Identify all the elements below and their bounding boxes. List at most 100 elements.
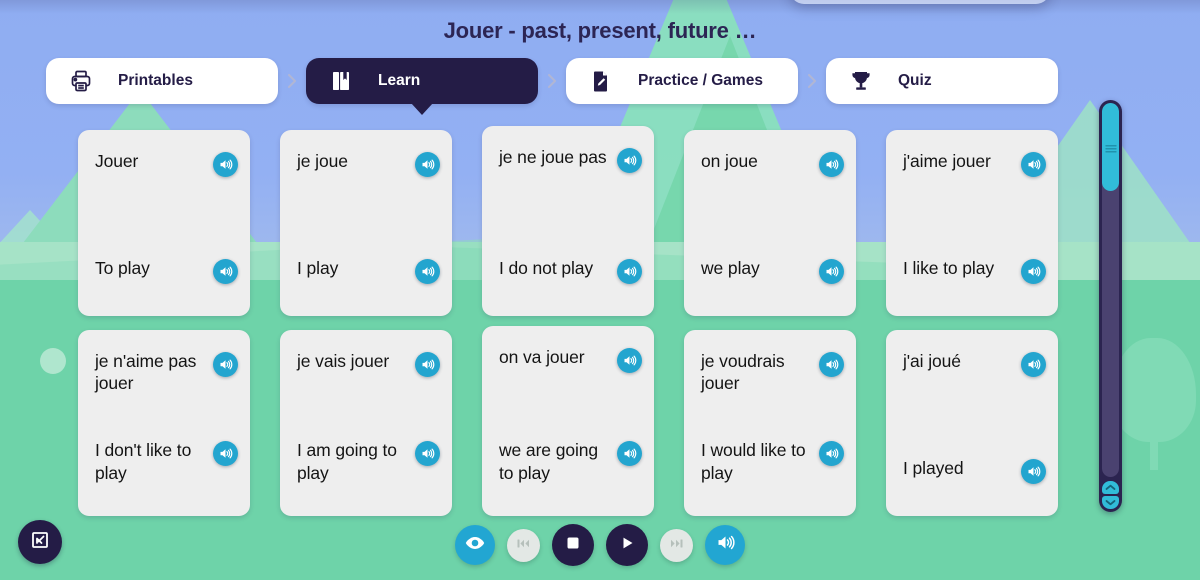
flashcard-back-text: I don't like to play bbox=[95, 440, 192, 483]
flashcard-back-row: I do not play bbox=[499, 257, 642, 302]
flashcard-front-row: je vais jouer bbox=[297, 350, 440, 377]
stop-button[interactable] bbox=[552, 524, 594, 566]
speaker-icon[interactable] bbox=[1021, 459, 1046, 484]
flashcard-back-row: I am going to play bbox=[297, 439, 440, 502]
decor-dot bbox=[40, 348, 66, 374]
flashcard[interactable]: j'aime jouer I like to play bbox=[886, 130, 1058, 316]
flashcard-back-row: I would like to play bbox=[701, 439, 844, 502]
tab-practice-games-label: Practice / Games bbox=[638, 72, 763, 89]
tab-printables[interactable]: Printables bbox=[46, 58, 278, 104]
chevron-right-icon bbox=[538, 71, 566, 91]
tab-printables-label: Printables bbox=[118, 72, 193, 89]
flashcard-back-row: I don't like to play bbox=[95, 439, 238, 502]
flashcard[interactable]: je n'aime pas jouer I don't like to play bbox=[78, 330, 250, 516]
speaker-icon[interactable] bbox=[819, 441, 844, 467]
speaker-icon[interactable] bbox=[213, 441, 238, 467]
playback-controls bbox=[455, 524, 745, 566]
flashcard[interactable]: je voudrais jouer I would like to play bbox=[684, 330, 856, 516]
flashcard-back-text: To play bbox=[95, 258, 150, 278]
flashcard-back-text: we are going to play bbox=[499, 440, 599, 483]
flashcard-front-row: je joue bbox=[297, 150, 440, 177]
flashcard[interactable]: on joue we play bbox=[684, 130, 856, 316]
flashcard-grid: Jouer To play je joue I play je ne joue … bbox=[78, 126, 1078, 516]
flashcard-front-text: Jouer bbox=[95, 151, 139, 171]
scrollbar-grip-icon bbox=[1105, 145, 1116, 153]
speaker-icon[interactable] bbox=[617, 348, 642, 373]
play-icon bbox=[619, 535, 635, 556]
flashcard-back-row: I like to play bbox=[903, 257, 1046, 302]
speaker-icon[interactable] bbox=[415, 441, 440, 467]
speaker-icon[interactable] bbox=[415, 352, 440, 377]
scrollbar-thumb[interactable] bbox=[1102, 103, 1119, 191]
trophy-icon bbox=[846, 66, 876, 96]
play-button[interactable] bbox=[606, 524, 648, 566]
audio-button[interactable] bbox=[705, 525, 745, 565]
tab-quiz[interactable]: Quiz bbox=[826, 58, 1058, 104]
bottom-toolbar bbox=[0, 512, 1200, 580]
previous-button[interactable] bbox=[507, 528, 540, 562]
flashcard[interactable]: je joue I play bbox=[280, 130, 452, 316]
speaker-icon[interactable] bbox=[617, 441, 642, 467]
flashcard-back-text: I like to play bbox=[903, 258, 995, 278]
speaker-icon[interactable] bbox=[415, 259, 440, 284]
flashcard-front-row: je n'aime pas jouer bbox=[95, 350, 238, 395]
scrollbar-track[interactable] bbox=[1102, 103, 1119, 477]
book-icon bbox=[326, 66, 356, 96]
eye-icon bbox=[464, 532, 486, 559]
skip-back-icon bbox=[517, 536, 530, 554]
reveal-button[interactable] bbox=[455, 525, 495, 565]
flashcard-front-row: je voudrais jouer bbox=[701, 350, 844, 395]
flashcard-back-text: I would like to play bbox=[701, 440, 806, 483]
flashcard-front-text: j'ai joué bbox=[903, 351, 961, 371]
chevron-right-icon bbox=[278, 71, 306, 91]
top-right-panel-shadow bbox=[790, 0, 1050, 4]
speaker-icon[interactable] bbox=[617, 259, 642, 284]
tab-quiz-label: Quiz bbox=[898, 72, 932, 89]
skip-forward-icon bbox=[670, 536, 683, 554]
expand-icon bbox=[29, 529, 51, 556]
speaker-icon[interactable] bbox=[213, 352, 238, 377]
speaker-icon[interactable] bbox=[819, 152, 844, 177]
flashcard-front-row: je ne joue pas bbox=[499, 146, 642, 173]
tab-practice-games[interactable]: Practice / Games bbox=[566, 58, 798, 104]
flashcard[interactable]: je ne joue pas I do not play bbox=[482, 126, 654, 316]
speaker-icon[interactable] bbox=[819, 352, 844, 377]
fullscreen-button[interactable] bbox=[18, 520, 62, 564]
flashcard-front-row: j'ai joué bbox=[903, 350, 1046, 377]
flashcard-front-text: je n'aime pas jouer bbox=[95, 351, 197, 394]
flashcard-front-row: on va jouer bbox=[499, 346, 642, 373]
next-button[interactable] bbox=[660, 528, 693, 562]
speaker-icon[interactable] bbox=[1021, 352, 1046, 377]
tree-trunk bbox=[1150, 440, 1158, 470]
flashcard-back-row: we play bbox=[701, 257, 844, 302]
flashcard-front-text: je joue bbox=[297, 151, 348, 171]
stop-icon bbox=[565, 535, 581, 556]
speaker-icon[interactable] bbox=[213, 152, 238, 177]
flashcard[interactable]: on va jouer we are going to play bbox=[482, 326, 654, 516]
scroll-down-button[interactable] bbox=[1102, 496, 1119, 509]
speaker-icon[interactable] bbox=[1021, 259, 1046, 284]
flashcard[interactable]: j'ai joué I played bbox=[886, 330, 1058, 516]
flashcard-front-text: je ne joue pas bbox=[499, 147, 607, 167]
speaker-icon bbox=[715, 532, 736, 558]
speaker-icon[interactable] bbox=[617, 148, 642, 173]
flashcard-back-text: I played bbox=[903, 458, 964, 478]
flashcard-back-text: we play bbox=[701, 258, 760, 278]
flashcard-back-text: I do not play bbox=[499, 258, 594, 278]
nav-tabs: Printables Learn Practice / Games Quiz bbox=[46, 58, 1058, 104]
speaker-icon[interactable] bbox=[415, 152, 440, 177]
scroll-up-button[interactable] bbox=[1102, 481, 1119, 494]
speaker-icon[interactable] bbox=[1021, 152, 1046, 177]
flashcard-back-row: we are going to play bbox=[499, 439, 642, 502]
speaker-icon[interactable] bbox=[819, 259, 844, 284]
flashcard[interactable]: Jouer To play bbox=[78, 130, 250, 316]
tab-learn[interactable]: Learn bbox=[306, 58, 538, 104]
speaker-icon[interactable] bbox=[213, 259, 238, 284]
tab-learn-label: Learn bbox=[378, 72, 421, 89]
pencil-document-icon bbox=[586, 66, 616, 96]
flashcard-back-row: I play bbox=[297, 257, 440, 302]
page-title: Jouer - past, present, future … bbox=[443, 18, 757, 43]
flashcard[interactable]: je vais jouer I am going to play bbox=[280, 330, 452, 516]
printer-icon bbox=[66, 66, 96, 96]
vertical-scrollbar[interactable] bbox=[1099, 100, 1122, 512]
